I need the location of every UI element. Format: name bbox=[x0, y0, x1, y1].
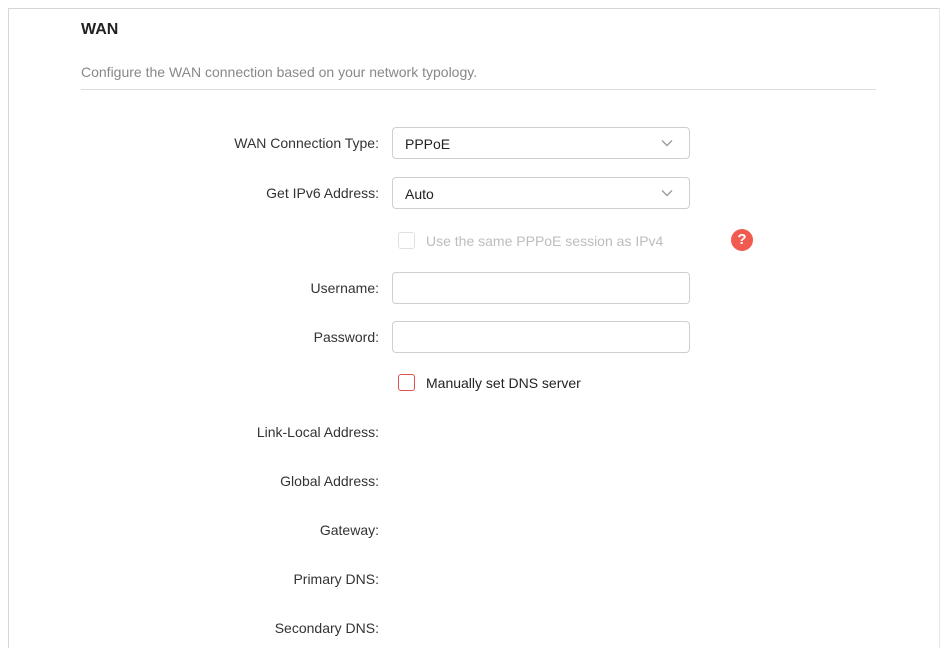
chevron-down-icon bbox=[661, 140, 673, 147]
wan-connection-type-value: PPPoE bbox=[405, 136, 451, 152]
link-local-address-label: Link-Local Address: bbox=[256, 424, 379, 440]
password-field[interactable] bbox=[392, 321, 690, 353]
username-row: Username: bbox=[0, 272, 941, 304]
wan-connection-type-select[interactable]: PPPoE bbox=[392, 127, 690, 159]
username-field[interactable] bbox=[392, 272, 690, 304]
secondary-dns-label: Secondary DNS: bbox=[274, 620, 379, 636]
get-ipv6-address-value: Auto bbox=[405, 186, 434, 202]
same-session-label: Use the same PPPoE session as IPv4 bbox=[426, 233, 664, 249]
get-ipv6-address-select[interactable]: Auto bbox=[392, 177, 690, 209]
divider bbox=[81, 89, 876, 90]
wan-connection-type-label: WAN Connection Type: bbox=[234, 135, 379, 151]
global-address-label: Global Address: bbox=[280, 473, 379, 489]
password-label: Password: bbox=[313, 329, 379, 345]
link-local-address-row: Link-Local Address: bbox=[0, 423, 941, 443]
chevron-down-icon bbox=[661, 190, 673, 197]
gateway-label: Gateway: bbox=[319, 522, 379, 538]
question-mark-icon[interactable]: ? bbox=[731, 229, 753, 251]
primary-dns-row: Primary DNS: bbox=[0, 570, 941, 590]
manual-dns-label: Manually set DNS server bbox=[426, 375, 581, 391]
username-input[interactable] bbox=[393, 273, 689, 303]
secondary-dns-row: Secondary DNS: bbox=[0, 619, 941, 639]
gateway-row: Gateway: bbox=[0, 521, 941, 541]
wan-connection-type-row: WAN Connection Type: PPPoE bbox=[0, 127, 941, 159]
password-row: Password: bbox=[0, 321, 941, 353]
global-address-row: Global Address: bbox=[0, 472, 941, 492]
primary-dns-label: Primary DNS: bbox=[293, 571, 379, 587]
username-label: Username: bbox=[310, 280, 379, 296]
password-input[interactable] bbox=[393, 322, 689, 352]
section-title: WAN bbox=[81, 21, 119, 38]
same-session-checkbox[interactable] bbox=[398, 232, 415, 249]
manual-dns-checkbox[interactable] bbox=[398, 374, 415, 391]
get-ipv6-address-label: Get IPv6 Address: bbox=[266, 185, 379, 201]
get-ipv6-address-row: Get IPv6 Address: Auto bbox=[0, 177, 941, 209]
section-description: Configure the WAN connection based on yo… bbox=[81, 64, 478, 80]
